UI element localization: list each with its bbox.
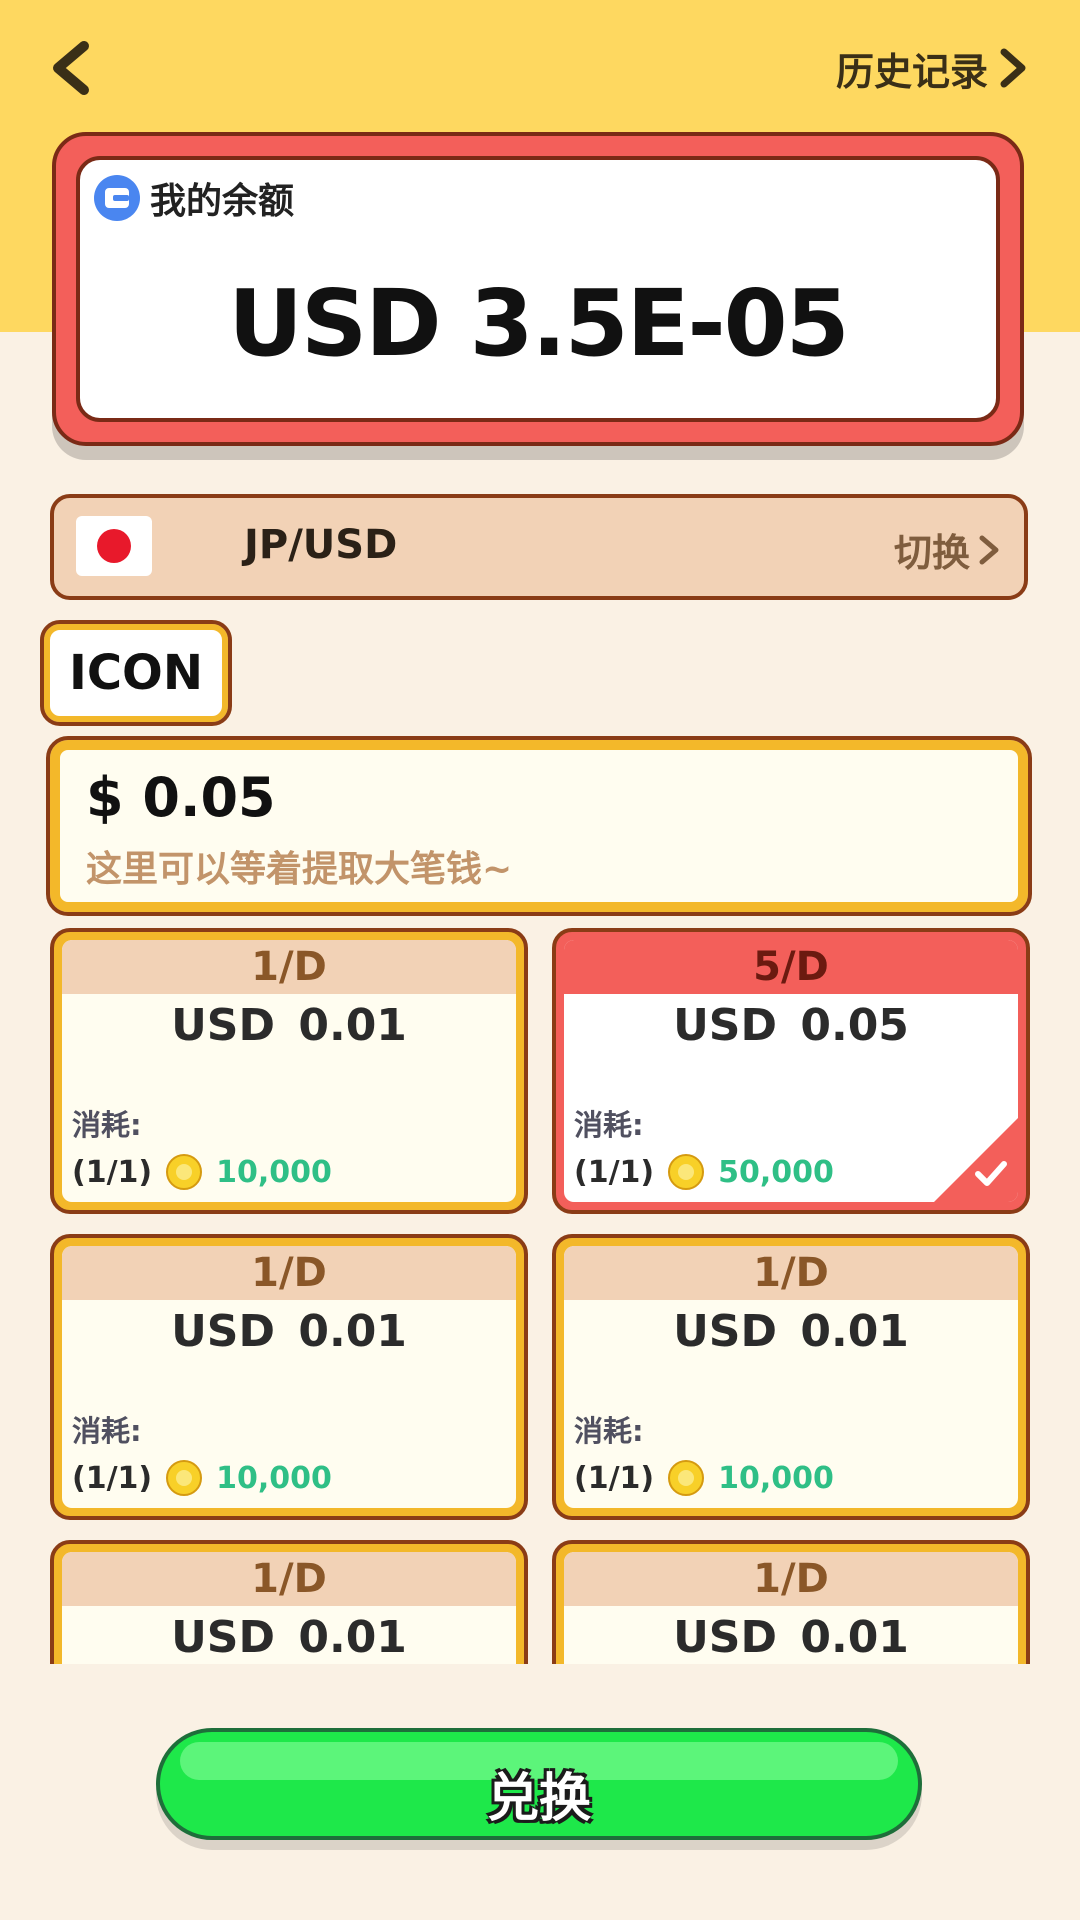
exchange-button[interactable]: 兑换 — [156, 1728, 922, 1840]
currency-pair: JP/USD — [244, 522, 398, 568]
option-limit: (1/1) — [574, 1154, 655, 1190]
option-card[interactable]: 1/D USD 0.01 消耗: (1/1) 10,000 — [50, 1234, 528, 1520]
back-button[interactable] — [44, 38, 104, 98]
switch-button[interactable]: 切换 — [894, 522, 1000, 577]
options-scroll-area[interactable]: 1/D USD 0.01 消耗: (1/1) 10,000 5/D USD 0.… — [0, 928, 1080, 1664]
option-card[interactable]: 1/D USD 0.01 消耗: (1/1) 10,000 — [50, 928, 528, 1214]
japan-flag-icon — [76, 516, 152, 576]
promo-card[interactable]: $ 0.05 这里可以等着提取大笔钱~ — [46, 736, 1032, 916]
promo-amount: $ 0.05 — [86, 766, 276, 829]
options-grid: 1/D USD 0.01 消耗: (1/1) 10,000 5/D USD 0.… — [50, 928, 1030, 1664]
wallet-icon — [94, 175, 140, 221]
option-amount: USD 0.01 — [171, 1612, 407, 1663]
option-cost: 10,000 — [216, 1154, 332, 1190]
option-cost-label: 消耗: — [72, 1108, 142, 1142]
option-amount: USD 0.01 — [673, 1306, 909, 1357]
option-limit: (1/1) — [72, 1154, 153, 1190]
coin-icon — [668, 1154, 705, 1190]
option-frequency: 1/D — [62, 940, 516, 994]
balance-card: 我的余额 USD 3.5E-05 — [52, 132, 1024, 446]
tab-icon[interactable]: ICON — [40, 620, 232, 726]
chevron-right-icon — [979, 535, 999, 564]
chevron-left-icon — [53, 41, 89, 95]
option-cost-row: (1/1) 10,000 — [72, 1460, 332, 1496]
coin-icon — [166, 1460, 203, 1496]
option-amount: USD 0.01 — [171, 1000, 407, 1051]
option-card[interactable]: 1/D USD 0.01 — [552, 1540, 1030, 1664]
option-amount: USD 0.05 — [673, 1000, 909, 1051]
option-card-selected[interactable]: 5/D USD 0.05 消耗: (1/1) 50,000 — [552, 928, 1030, 1214]
checkmark-icon — [975, 1161, 1007, 1186]
option-limit: (1/1) — [574, 1460, 655, 1496]
option-limit: (1/1) — [72, 1460, 153, 1496]
balance-label-row: 我的余额 — [94, 172, 294, 224]
option-cost-label: 消耗: — [574, 1108, 644, 1142]
exchange-label: 兑换 — [486, 1769, 591, 1829]
option-frequency: 1/D — [62, 1552, 516, 1606]
option-card[interactable]: 1/D USD 0.01 — [50, 1540, 528, 1664]
balance-value: USD 3.5E-05 — [228, 270, 849, 377]
option-frequency: 5/D — [564, 940, 1018, 994]
option-cost: 10,000 — [216, 1460, 332, 1496]
option-cost-row: (1/1) 10,000 — [574, 1460, 834, 1496]
option-card[interactable]: 1/D USD 0.01 消耗: (1/1) 10,000 — [552, 1234, 1030, 1520]
option-cost-label: 消耗: — [574, 1414, 644, 1448]
coin-icon — [668, 1460, 705, 1496]
option-frequency: 1/D — [564, 1246, 1018, 1300]
history-link[interactable]: 历史记录 — [836, 40, 1028, 96]
option-cost-label: 消耗: — [72, 1414, 142, 1448]
promo-subtitle: 这里可以等着提取大笔钱~ — [86, 849, 513, 890]
option-cost: 50,000 — [718, 1154, 834, 1190]
currency-selector[interactable]: JP/USD 切换 — [50, 494, 1028, 600]
switch-label: 切换 — [893, 531, 970, 575]
history-label: 历史记录 — [835, 49, 988, 94]
option-cost-row: (1/1) 10,000 — [72, 1154, 332, 1190]
option-cost-row: (1/1) 50,000 — [574, 1154, 834, 1190]
coin-icon — [166, 1154, 203, 1190]
option-frequency: 1/D — [62, 1246, 516, 1300]
option-amount: USD 0.01 — [673, 1612, 909, 1663]
option-frequency: 1/D — [564, 1552, 1018, 1606]
option-amount: USD 0.01 — [171, 1306, 407, 1357]
option-cost: 10,000 — [718, 1460, 834, 1496]
chevron-right-icon — [1000, 48, 1026, 88]
balance-panel: 我的余额 USD 3.5E-05 — [76, 156, 1000, 422]
balance-label: 我的余额 — [150, 181, 295, 222]
